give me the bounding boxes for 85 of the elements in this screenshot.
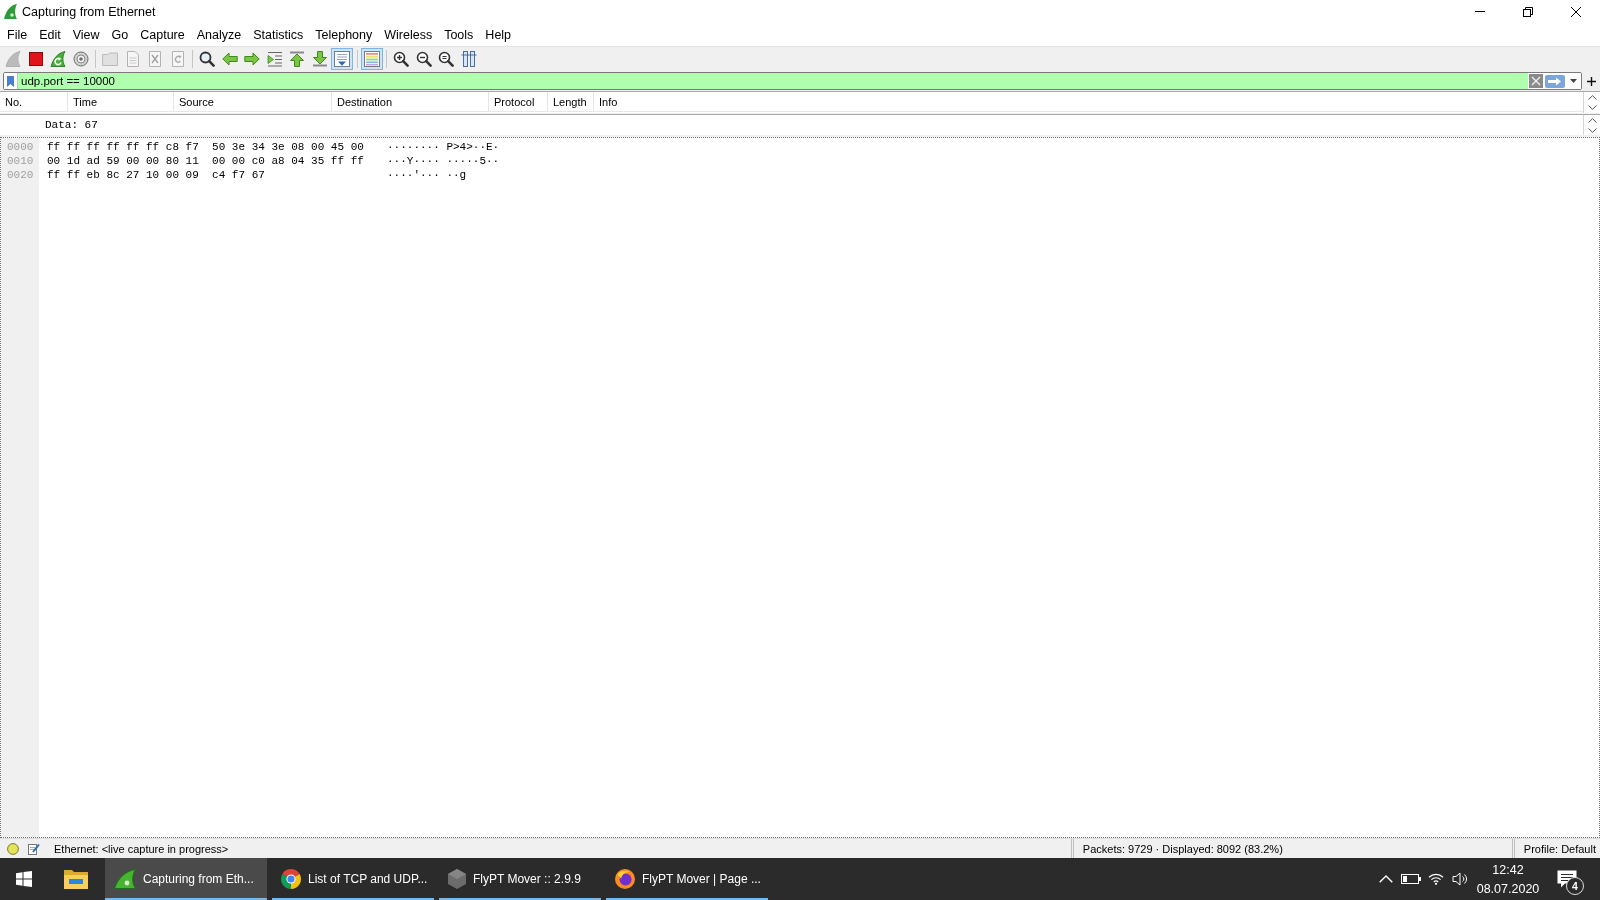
arrow-right-icon	[244, 51, 260, 67]
search-icon	[199, 51, 215, 67]
four-panes-icon	[16, 871, 32, 887]
menu-item[interactable]: Wireless	[378, 23, 439, 46]
profile-text[interactable]: Profile: Default	[1523, 842, 1596, 855]
minimize-icon	[1475, 11, 1485, 12]
stop-icon	[27, 51, 44, 67]
shark-fin-icon	[114, 869, 136, 889]
menu-item[interactable]: Telephony	[309, 23, 379, 46]
chevron-up-icon[interactable]	[1379, 875, 1393, 883]
notification-count-badge: 4	[1566, 877, 1584, 895]
chevron-up-icon	[1587, 94, 1597, 100]
zoom-reset-icon	[438, 51, 454, 67]
folder-icon	[64, 869, 88, 889]
menu-item[interactable]: Capture	[134, 23, 191, 46]
status-dot-icon[interactable]	[7, 842, 19, 855]
tree-item[interactable]: Data: 67	[45, 119, 98, 131]
menu-item[interactable]: Help	[479, 23, 518, 46]
column-header[interactable]: Length	[548, 92, 594, 111]
battery-icon[interactable]	[1401, 874, 1421, 884]
wifi-icon[interactable]	[1428, 873, 1444, 885]
column-header[interactable]: Info	[594, 92, 1583, 111]
hex-bytes: 00 1d ad 59 00 00 80 11 00 00 c0 a8 04 35 ff ff	[47, 154, 364, 168]
status-text: Ethernet: <live capture in progress>	[54, 842, 229, 855]
window-title: Capturing from Ethernet	[22, 4, 156, 19]
shark-fin-icon	[4, 4, 17, 19]
close-icon	[1571, 6, 1581, 17]
concentric-circles-icon	[72, 51, 89, 67]
column-header[interactable]: Destination	[332, 92, 489, 111]
plus-icon	[1586, 76, 1596, 86]
column-header[interactable]: Time	[68, 92, 174, 111]
byte-offset: 0020	[6, 168, 35, 182]
clock-date[interactable]: 08.07.2020	[1476, 880, 1540, 897]
hex-bytes: ff ff ff ff ff ff c8 f7 50 3e 34 3e 08 00 45 00	[47, 140, 364, 154]
document-cross-icon	[147, 51, 163, 67]
chevron-up-icon	[1587, 117, 1597, 123]
restart-capture-button[interactable]	[47, 48, 69, 70]
list-arrow-icon	[266, 51, 283, 67]
taskbar-button[interactable]: FlyPT Mover :: 2.9.9	[439, 858, 601, 900]
menu-item[interactable]: File	[1, 23, 34, 46]
ascii-text: ···Y···· ·····5··	[387, 154, 500, 168]
ascii-text: ········ P>4>··E·	[387, 140, 500, 154]
colored-lines-icon	[363, 51, 380, 67]
menu-item[interactable]: View	[66, 23, 106, 46]
auto-scroll-button[interactable]	[331, 48, 353, 70]
column-header[interactable]: No.	[0, 92, 68, 111]
menu-item[interactable]: Go	[105, 23, 135, 46]
pencil-note-icon[interactable]	[28, 842, 40, 855]
speaker-icon[interactable]	[1452, 872, 1468, 886]
document-icon	[124, 51, 141, 67]
chevron-down-icon	[1587, 105, 1597, 111]
taskbar-button[interactable]: FlyPT Mover | Page ...	[606, 858, 768, 900]
ascii-text: ····'··· ··g	[387, 168, 467, 182]
column-header[interactable]: Protocol	[489, 92, 548, 111]
columns-icon	[460, 51, 477, 67]
taskbar-button[interactable]: List of TCP and UDP...	[272, 858, 434, 900]
list-scroll-icon	[334, 51, 350, 67]
globe-icon	[615, 869, 635, 889]
arrow-up-bar-icon	[289, 51, 305, 67]
cube-icon	[448, 869, 466, 889]
menu-item[interactable]: Tools	[438, 23, 480, 46]
document-refresh-icon	[169, 51, 186, 67]
shark-fin-icon	[5, 51, 21, 67]
fin-refresh-icon	[50, 51, 66, 67]
color-wheel-icon	[281, 869, 301, 889]
chevron-down-icon	[1587, 127, 1597, 133]
hex-bytes: ff ff eb 8c 27 10 00 09 c4 f7 67	[47, 168, 265, 182]
menu-item[interactable]: Analyze	[190, 23, 248, 46]
menu-item[interactable]: Edit	[33, 23, 67, 46]
byte-offset: 0000	[6, 140, 35, 154]
packet-count-text: Packets: 9729 · Displayed: 8092 (83.2%)	[1082, 842, 1283, 855]
menu-item[interactable]: Statistics	[247, 23, 310, 46]
folder-icon	[102, 51, 118, 67]
column-header[interactable]: Source	[174, 92, 332, 111]
clock-time[interactable]: 12:42	[1492, 861, 1524, 878]
byte-offset: 0010	[6, 154, 35, 168]
zoom-in-icon	[393, 51, 409, 67]
arrow-left-icon	[221, 51, 238, 67]
colorize-button[interactable]	[360, 48, 383, 70]
taskbar-button[interactable]: Capturing from Eth...	[105, 858, 267, 900]
scrollbar[interactable]	[1583, 92, 1600, 113]
zoom-out-icon	[415, 51, 432, 67]
restore-icon	[1523, 6, 1533, 17]
scrollbar[interactable]	[1583, 115, 1600, 135]
arrow-down-bar-icon	[311, 51, 328, 67]
